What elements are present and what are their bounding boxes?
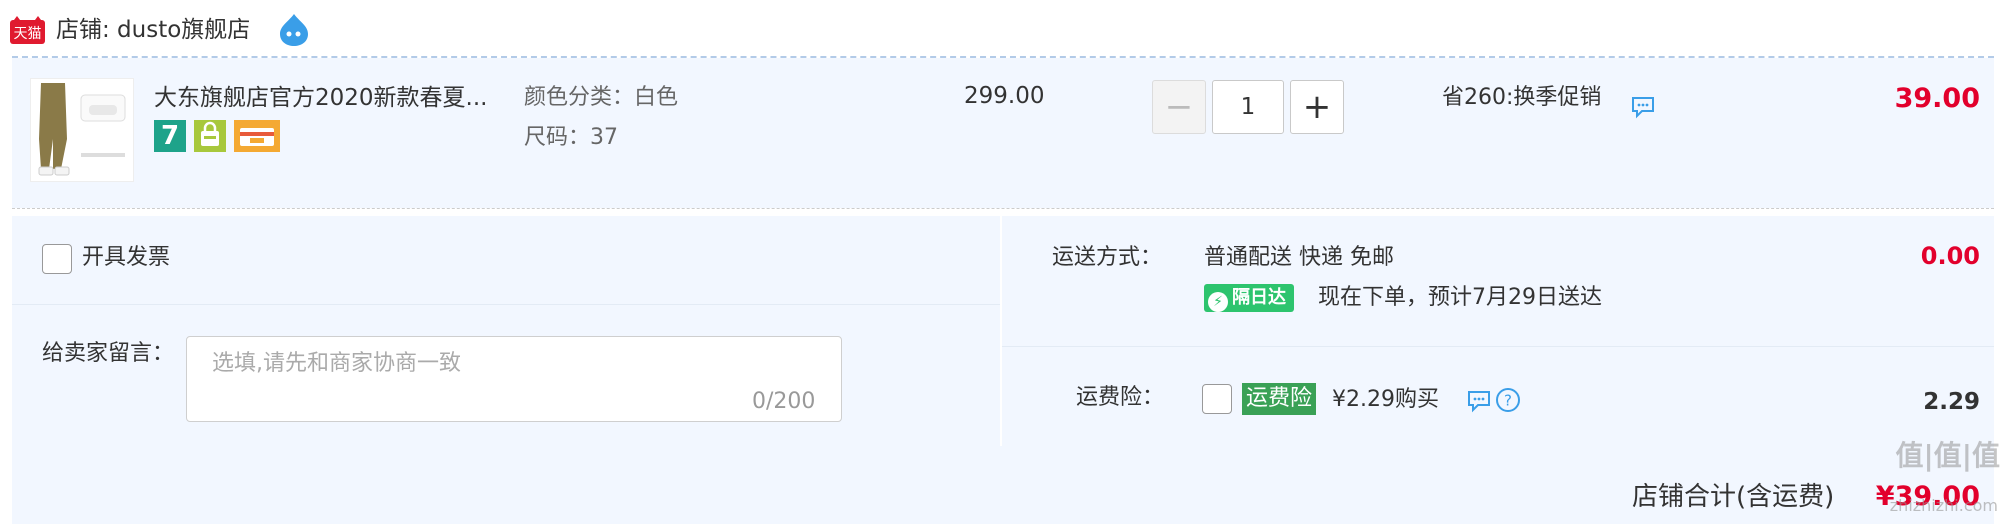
sku-size: 尺码：37 (524, 125, 618, 150)
quantity-decrease-button[interactable]: − (1152, 80, 1206, 134)
seller-message-label: 给卖家留言： (42, 341, 175, 366)
seller-message-placeholder: 选填,请先和商家协商一致 (212, 351, 461, 376)
chat-icon[interactable] (1466, 388, 1492, 414)
shipping-method[interactable]: 普通配送 快递 免邮 (1204, 242, 1394, 274)
item-divider (12, 208, 1994, 209)
panel-divider (1002, 346, 1994, 347)
wangwang-icon[interactable] (276, 12, 312, 48)
character-counter: 0/200 (752, 389, 816, 414)
watermark-url: zhizhizhi.com (1889, 496, 1998, 515)
unit-price: 299.00 (964, 83, 1045, 109)
next-day-delivery-badge: ⚡ 隔日达 (1204, 284, 1294, 312)
tmall-logo-icon: 天猫 (10, 16, 45, 44)
quantity-increase-button[interactable]: + (1290, 80, 1344, 134)
next-day-label: 隔日达 (1232, 287, 1286, 308)
invoice-label[interactable]: 开具发票 (82, 242, 170, 274)
delivery-estimate: 现在下单，预计7月29日送达 (1318, 285, 1602, 310)
insurance-fee: 2.29 (1923, 389, 1980, 415)
quantity-input[interactable]: 1 (1212, 80, 1284, 134)
bag-icon[interactable] (194, 120, 226, 152)
product-title-link[interactable]: 大东旗舰店官方2020新款春夏... (154, 82, 487, 114)
insurance-checkbox[interactable] (1202, 384, 1232, 414)
item-subtotal: 39.00 (1894, 83, 1980, 114)
watermark: 值|值|值 (1895, 439, 2000, 472)
card-icon[interactable] (234, 120, 280, 152)
svg-text:天猫: 天猫 (14, 26, 42, 42)
sku-color: 颜色分类：白色 (524, 85, 679, 110)
bolt-icon: ⚡ (1208, 292, 1228, 312)
product-thumbnail[interactable] (30, 78, 134, 182)
insurance-price: ¥2.29购买 (1332, 387, 1439, 412)
invoice-checkbox[interactable] (42, 244, 72, 274)
shipping-label: 运送方式： (1052, 245, 1163, 270)
help-icon[interactable]: ? (1494, 386, 1522, 414)
shipping-fee: 0.00 (1920, 242, 1980, 270)
panel-divider (12, 304, 1000, 305)
insurance-label: 运费险： (1076, 385, 1165, 410)
insurance-tag: 运费险 (1242, 383, 1317, 415)
store-name-link[interactable]: 店铺: dusto旗舰店 (56, 14, 250, 46)
chat-icon[interactable] (1630, 94, 1656, 120)
promotion-text: 省260:换季促销 (1442, 85, 1602, 110)
seven-day-return-badge[interactable]: 7 (154, 120, 186, 152)
svg-text:?: ? (1504, 392, 1512, 410)
store-total-label: 店铺合计(含运费) (1632, 482, 1835, 512)
